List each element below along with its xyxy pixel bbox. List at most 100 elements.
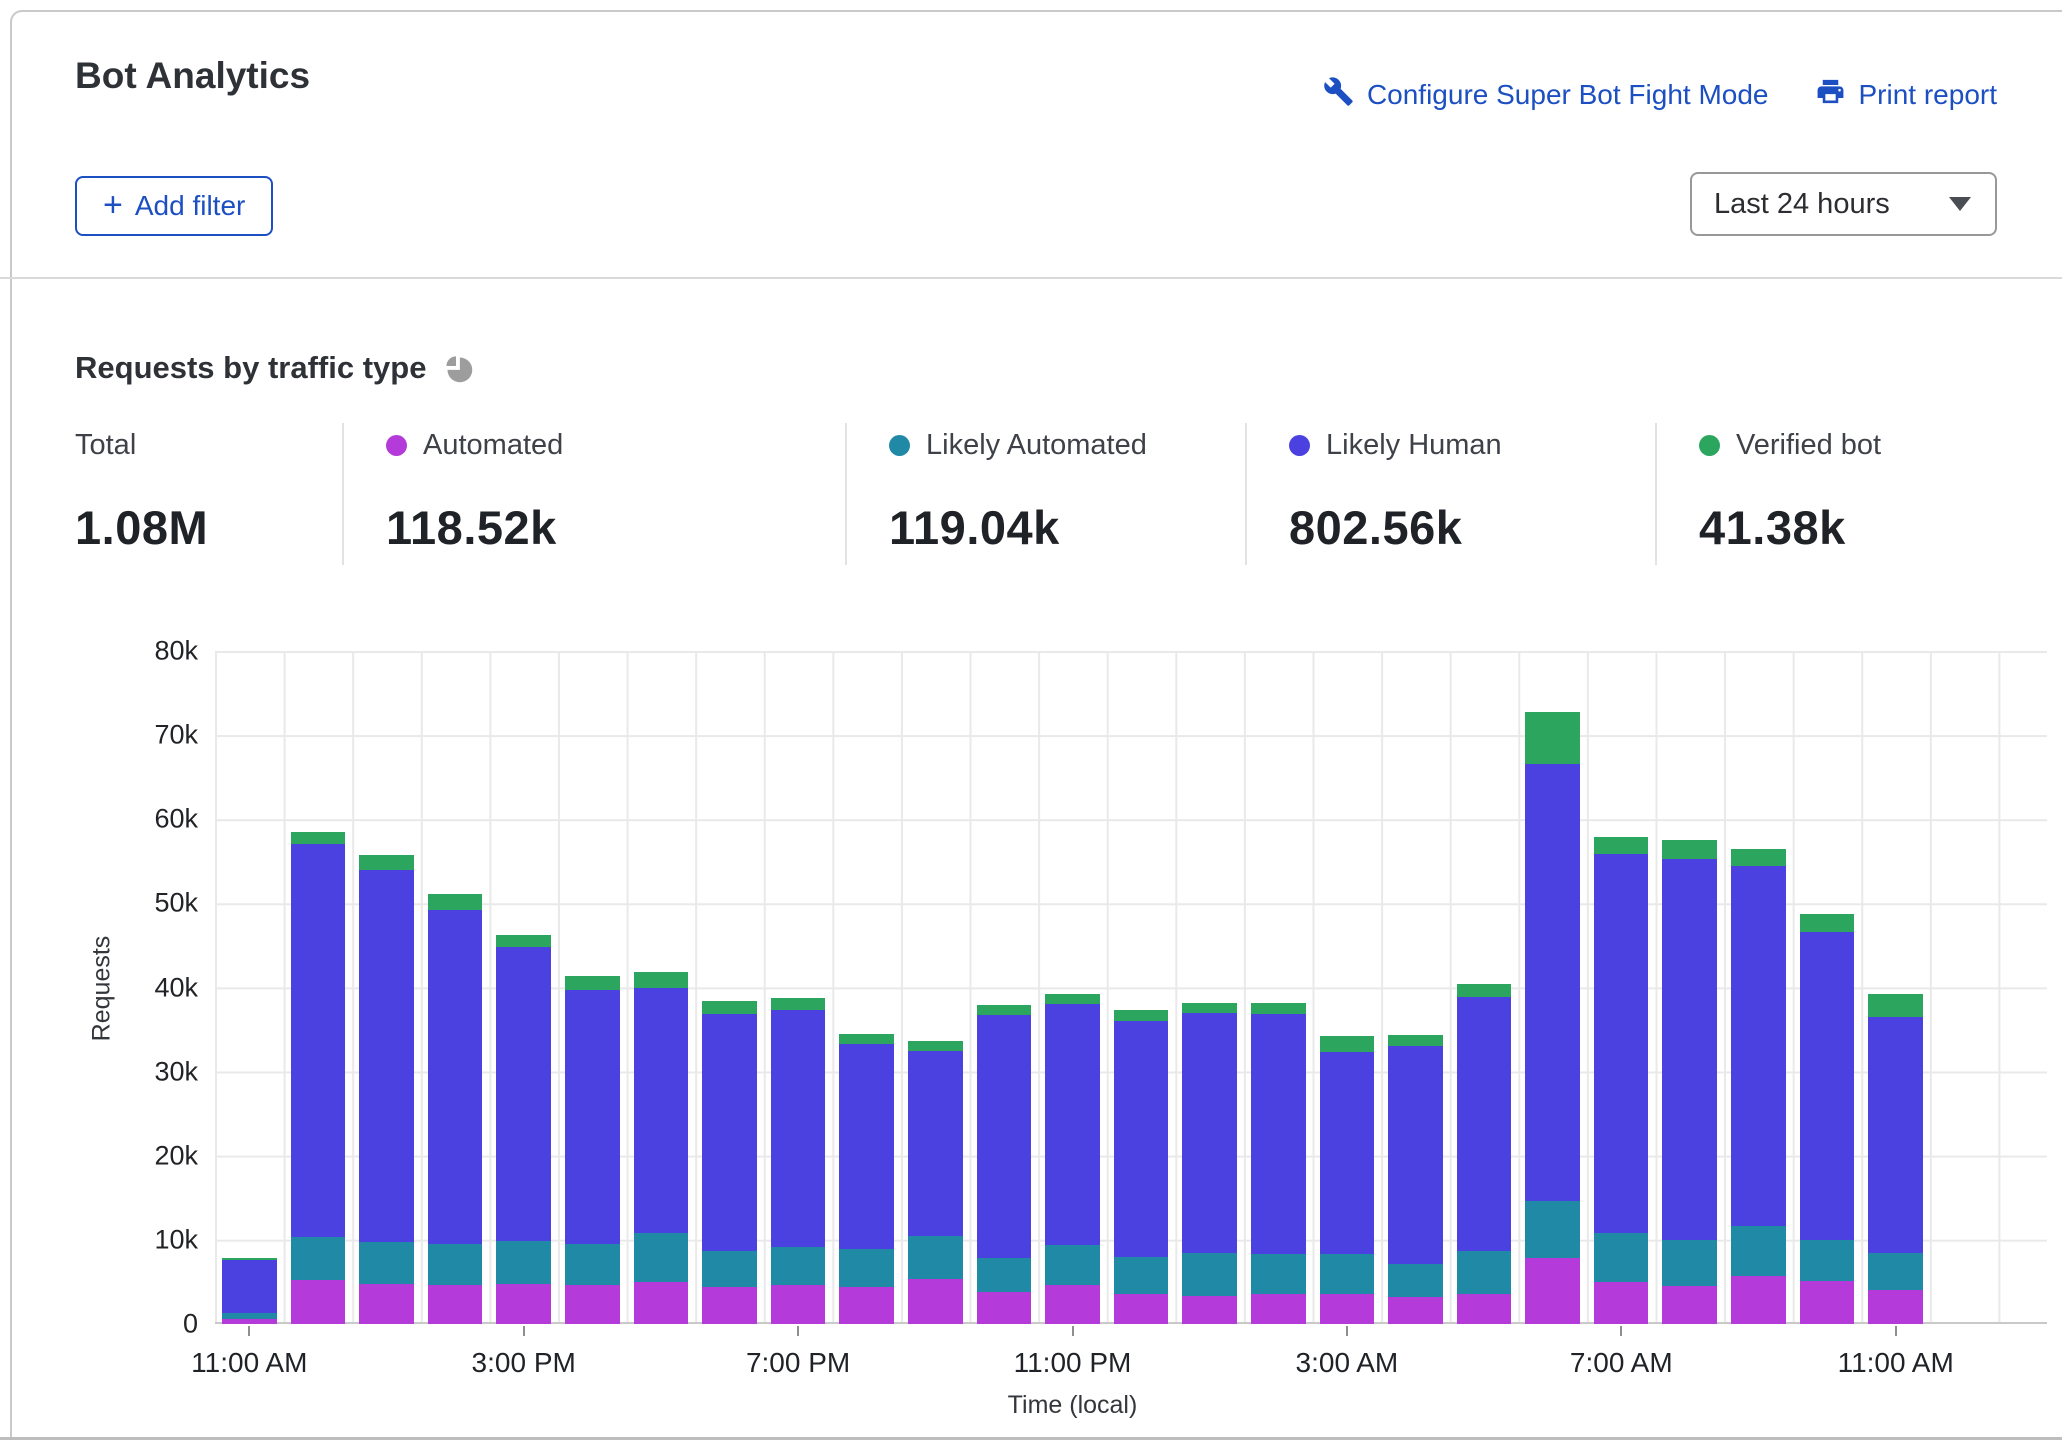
bar-segment-verified-bot — [702, 1001, 757, 1014]
bar-segment-verified-bot — [1868, 994, 1923, 1017]
bar-segment-verified-bot — [1045, 994, 1100, 1004]
bar-segment-verified-bot — [428, 894, 483, 910]
x-tick-label: 7:00 PM — [746, 1347, 850, 1379]
bar-5-00-pm[interactable] — [634, 651, 689, 1324]
bar-11-00-am[interactable] — [1868, 651, 1923, 1324]
bar-segment-likely-automated — [1457, 1251, 1512, 1294]
verified-bot-dot-icon — [1699, 435, 1720, 456]
bar-3-00-pm[interactable] — [496, 651, 551, 1324]
x-tick-mark — [797, 1326, 799, 1336]
bars-layer — [215, 651, 1930, 1324]
bar-segment-verified-bot — [1800, 914, 1855, 933]
stat-likely-human[interactable]: Likely Human 802.56k — [1245, 423, 1655, 565]
x-tick-mark — [1346, 1326, 1348, 1336]
bar-segment-automated — [1388, 1297, 1443, 1324]
bar-8-00-pm[interactable] — [839, 651, 894, 1324]
bar-9-00-pm[interactable] — [908, 651, 963, 1324]
bar-segment-verified-bot — [908, 1041, 963, 1050]
stat-verified-bot[interactable]: Verified bot 41.38k — [1655, 423, 2022, 565]
bar-3-00-am[interactable] — [1320, 651, 1375, 1324]
bar-segment-likely-automated — [1662, 1240, 1717, 1286]
bar-segment-likely-human — [1525, 764, 1580, 1201]
bar-segment-verified-bot — [1182, 1003, 1237, 1013]
bar-4-00-pm[interactable] — [565, 651, 620, 1324]
bar-segment-likely-human — [771, 1010, 826, 1247]
card-bottom-border — [0, 1437, 2062, 1440]
add-filter-label: Add filter — [135, 190, 246, 222]
x-tick-mark — [1895, 1326, 1897, 1336]
print-report-link[interactable]: Print report — [1815, 76, 1998, 114]
bar-7-00-pm[interactable] — [771, 651, 826, 1324]
printer-icon — [1815, 76, 1846, 114]
bar-segment-likely-automated — [1388, 1264, 1443, 1297]
bar-segment-verified-bot — [565, 976, 620, 990]
bar-segment-likely-automated — [702, 1251, 757, 1287]
bar-segment-verified-bot — [839, 1034, 894, 1044]
bar-segment-automated — [291, 1280, 346, 1324]
bar-6-00-pm[interactable] — [702, 651, 757, 1324]
stat-likely-automated[interactable]: Likely Automated 119.04k — [845, 423, 1245, 565]
bar-1-00-am[interactable] — [1182, 651, 1237, 1324]
bar-1-00-pm[interactable] — [359, 651, 414, 1324]
x-axis: Time (local) 11:00 AM3:00 PM7:00 PM11:00… — [215, 1325, 1930, 1435]
x-tick-mark — [1620, 1326, 1622, 1336]
bar-segment-likely-automated — [1182, 1253, 1237, 1297]
bar-8-00-am[interactable] — [1662, 651, 1717, 1324]
bar-segment-automated — [1731, 1276, 1786, 1324]
configure-super-bot-fight-mode-link[interactable]: Configure Super Bot Fight Mode — [1323, 76, 1769, 114]
y-tick-label: 10k — [154, 1224, 198, 1255]
bar-10-00-am[interactable] — [1800, 651, 1855, 1324]
section-title: Requests by traffic type — [75, 350, 426, 386]
y-tick-label: 30k — [154, 1056, 198, 1087]
y-tick-label: 20k — [154, 1140, 198, 1171]
bar-4-00-am[interactable] — [1388, 651, 1443, 1324]
bar-6-00-am[interactable] — [1525, 651, 1580, 1324]
stat-total-label: Total — [75, 429, 136, 462]
bar-segment-verified-bot — [1114, 1010, 1169, 1021]
time-range-dropdown[interactable]: Last 24 hours — [1690, 172, 1997, 236]
x-tick-label: 11:00 AM — [191, 1347, 307, 1379]
bar-segment-automated — [839, 1287, 894, 1324]
bar-segment-automated — [359, 1284, 414, 1324]
bar-10-00-pm[interactable] — [977, 651, 1032, 1324]
stat-automated[interactable]: Automated 118.52k — [342, 423, 845, 565]
section-title-row: Requests by traffic type — [75, 350, 475, 386]
bar-segment-likely-human — [1251, 1014, 1306, 1255]
bar-segment-likely-automated — [291, 1237, 346, 1280]
x-tick-label: 11:00 PM — [1014, 1347, 1132, 1379]
y-tick-label: 80k — [154, 636, 198, 667]
bar-9-00-am[interactable] — [1731, 651, 1786, 1324]
y-axis: 80k70k60k50k40k30k20k10k0 — [0, 651, 198, 1324]
bar-segment-likely-human — [839, 1044, 894, 1249]
bar-segment-automated — [1800, 1281, 1855, 1324]
bar-5-00-am[interactable] — [1457, 651, 1512, 1324]
add-filter-button[interactable]: + Add filter — [75, 176, 273, 236]
bar-segment-automated — [565, 1285, 620, 1324]
bar-segment-verified-bot — [977, 1005, 1032, 1015]
bar-segment-likely-automated — [634, 1233, 689, 1282]
bar-2-00-pm[interactable] — [428, 651, 483, 1324]
bar-11-00-am[interactable] — [222, 651, 277, 1324]
x-tick-mark — [248, 1326, 250, 1336]
bar-segment-likely-human — [1182, 1013, 1237, 1253]
page-title: Bot Analytics — [75, 55, 310, 97]
bar-segment-likely-human — [1045, 1004, 1100, 1245]
bar-11-00-pm[interactable] — [1045, 651, 1100, 1324]
y-tick-label: 70k — [154, 720, 198, 751]
bar-2-00-am[interactable] — [1251, 651, 1306, 1324]
bar-segment-automated — [428, 1285, 483, 1324]
x-tick-label: 3:00 AM — [1296, 1347, 1399, 1379]
bar-12-00-am[interactable] — [1114, 651, 1169, 1324]
bar-segment-likely-automated — [1320, 1254, 1375, 1294]
bar-segment-verified-bot — [1320, 1036, 1375, 1052]
header-divider — [0, 277, 2062, 279]
stat-total[interactable]: Total 1.08M — [75, 423, 342, 565]
bar-7-00-am[interactable] — [1594, 651, 1649, 1324]
bar-segment-likely-human — [565, 990, 620, 1244]
bar-segment-likely-automated — [1045, 1245, 1100, 1285]
bar-segment-likely-automated — [839, 1249, 894, 1287]
bar-12-00-pm[interactable] — [291, 651, 346, 1324]
bar-segment-likely-automated — [1800, 1240, 1855, 1281]
bar-segment-verified-bot — [291, 832, 346, 844]
bar-segment-likely-human — [1800, 932, 1855, 1240]
